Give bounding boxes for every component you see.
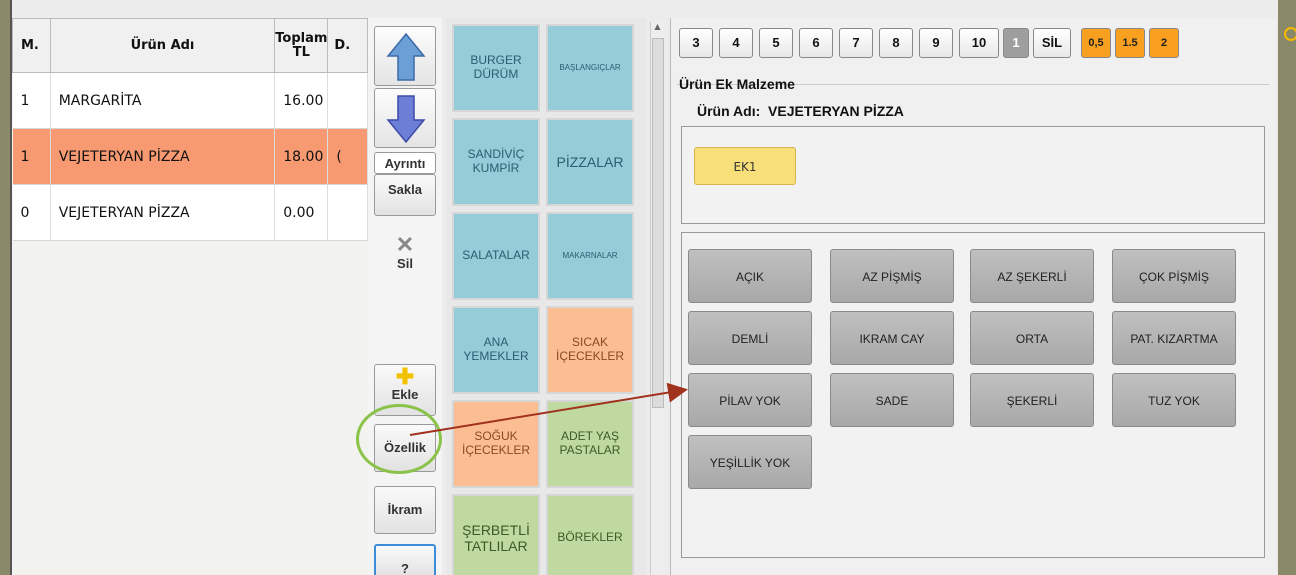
annotation-arrow-icon (409, 382, 688, 436)
ring-icon (1284, 27, 1296, 41)
